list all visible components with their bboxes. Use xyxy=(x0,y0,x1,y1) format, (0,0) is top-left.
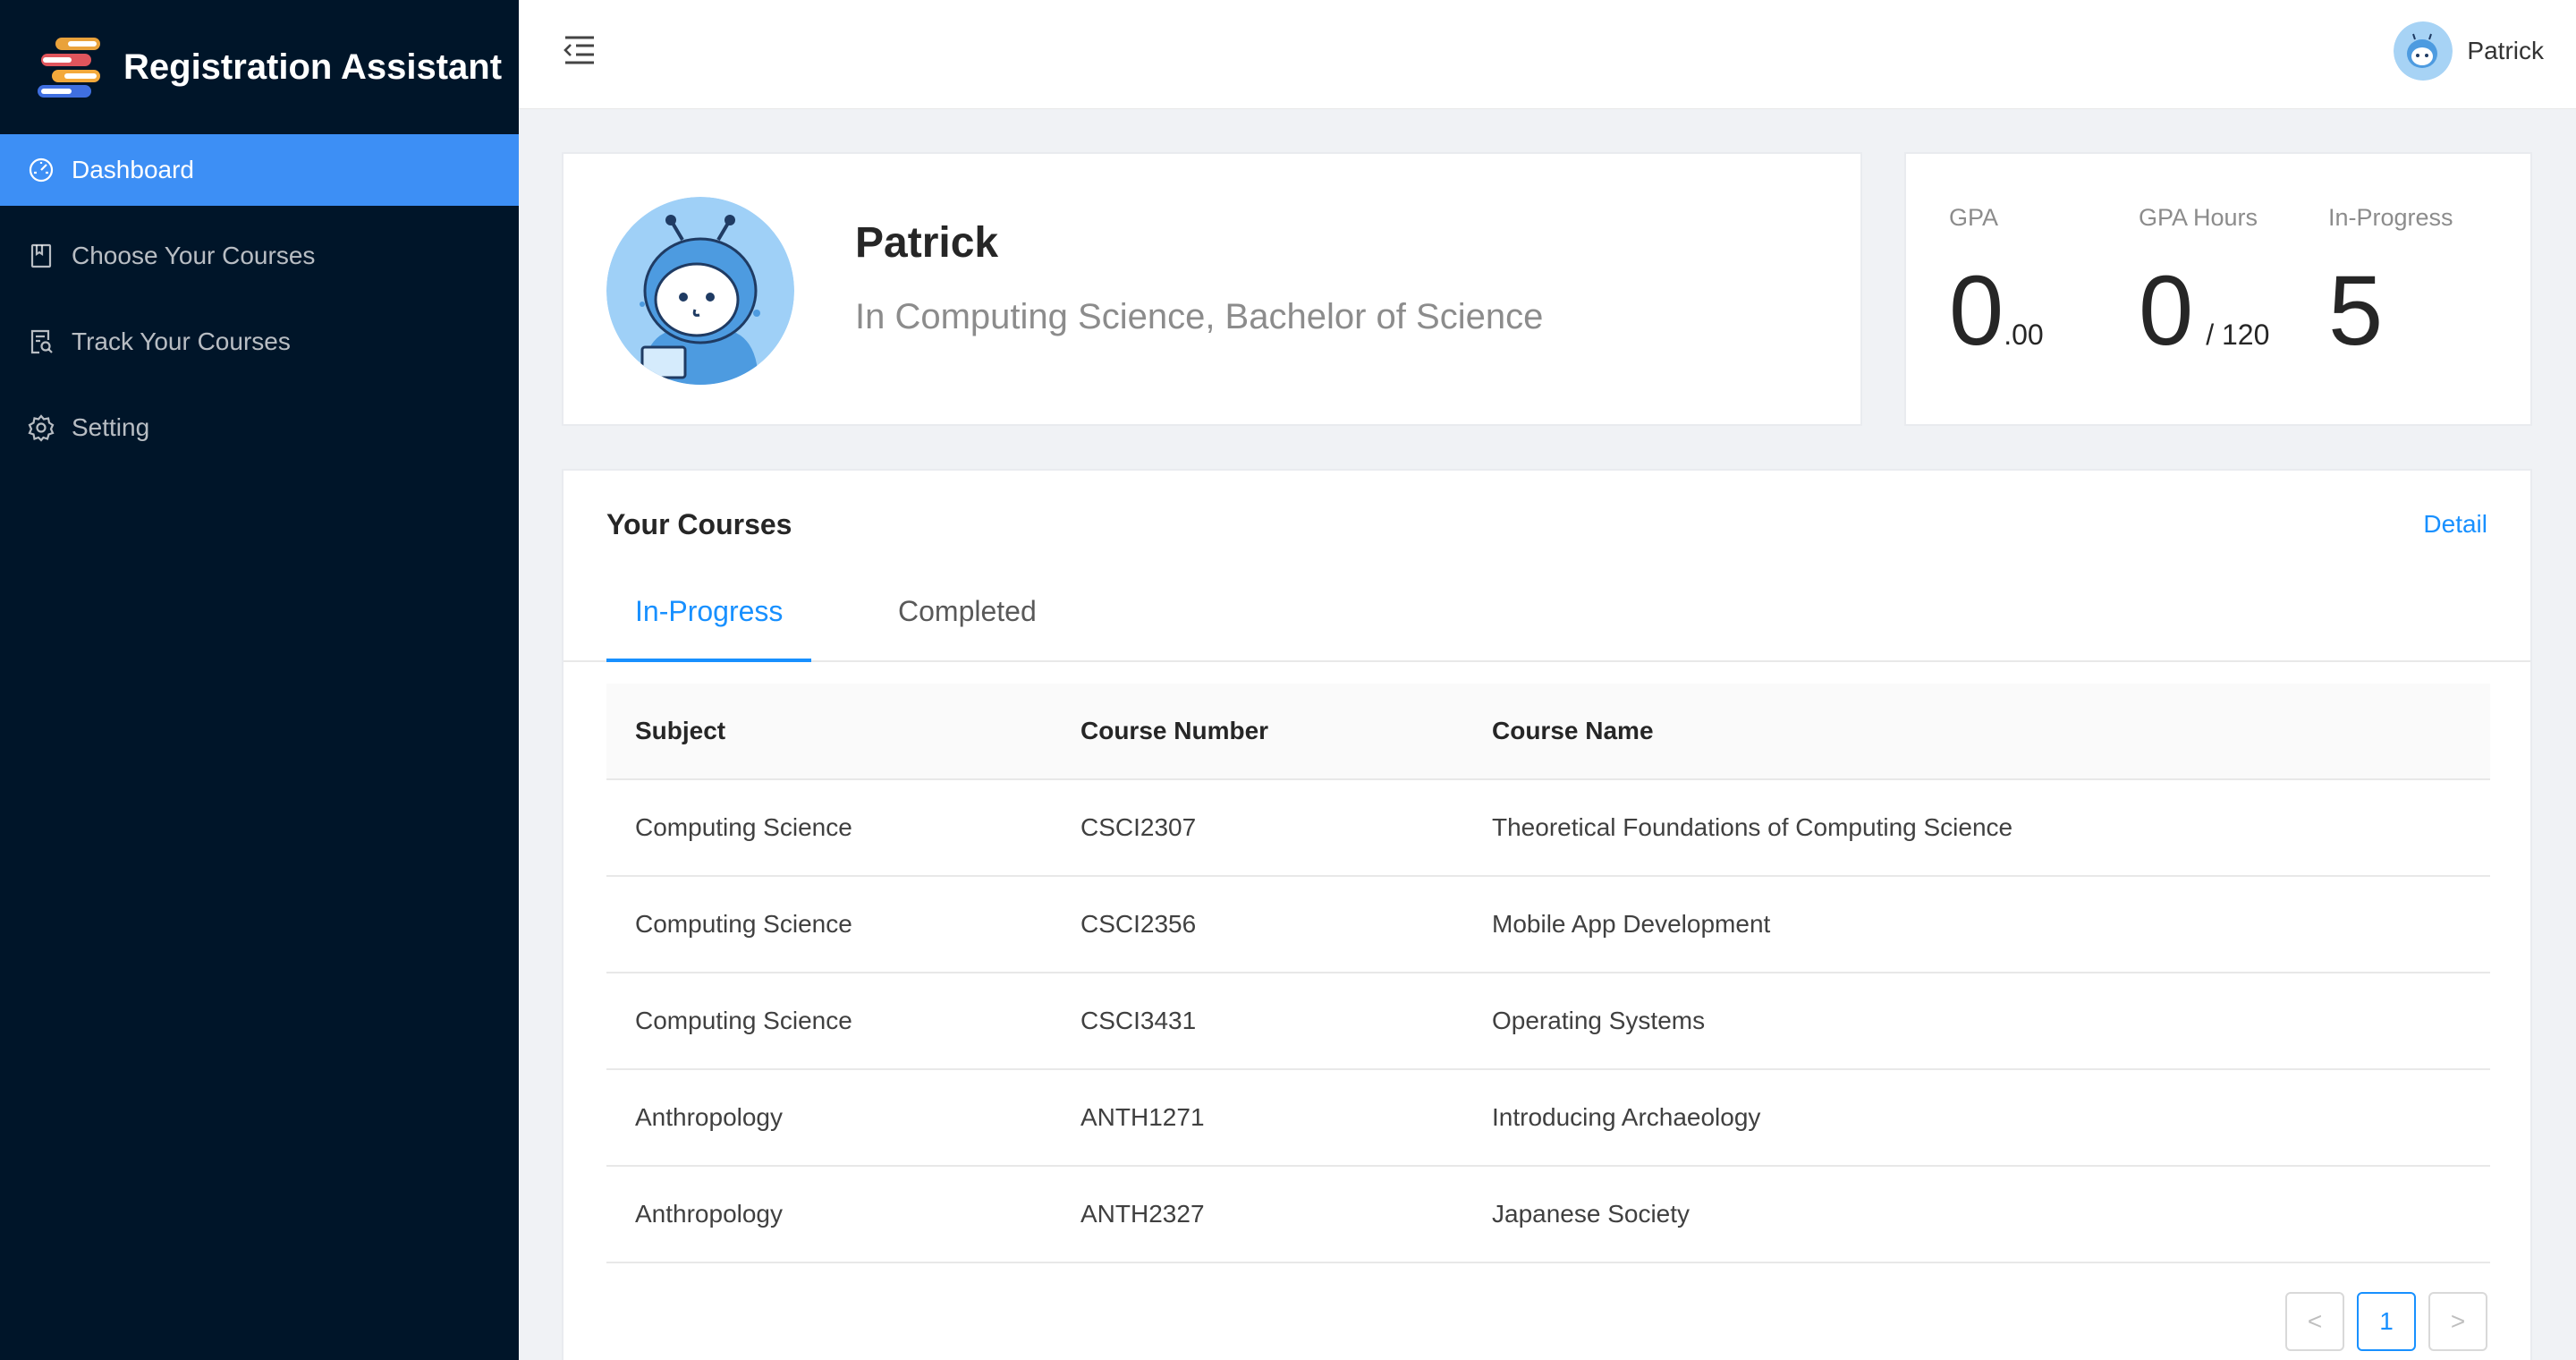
cell-subject: Computing Science xyxy=(635,1007,852,1034)
brand[interactable]: Registration Assistant xyxy=(0,0,519,134)
sidebar-item-label: Choose Your Courses xyxy=(72,242,316,269)
cell-course-name: Mobile App Development xyxy=(1492,910,1771,938)
cell-course-number: CSCI2356 xyxy=(1080,910,1197,938)
profile-card: Patrick In Computing Science, Bachelor o… xyxy=(562,152,1862,426)
sidebar-item-choose-courses[interactable]: Choose Your Courses xyxy=(0,220,519,292)
courses-card: Your Courses Detail In-Progress Complete… xyxy=(562,469,2532,1360)
next-page-button[interactable]: > xyxy=(2428,1292,2487,1351)
column-header-subject: Subject xyxy=(635,717,726,744)
sidebar-item-label: Track Your Courses xyxy=(72,327,291,355)
table-row[interactable]: Computing Science CSCI2356 Mobile App De… xyxy=(606,877,2490,973)
user-menu[interactable]: Patrick xyxy=(2394,21,2544,81)
profile-avatar xyxy=(606,197,794,385)
gpa-hours-total: / 120 xyxy=(2206,319,2270,351)
cell-course-name: Operating Systems xyxy=(1492,1007,1706,1034)
tab-in-progress[interactable]: In-Progress xyxy=(606,587,812,662)
gpa-hours-stat: GPA Hours 0/ 120 xyxy=(2139,204,2269,361)
gpa-hours-label: GPA Hours xyxy=(2139,204,2258,231)
gpa-stat: GPA 0.00 xyxy=(1949,204,2044,361)
sidebar: Registration Assistant Dashboard Choose … xyxy=(0,0,519,1360)
sidebar-item-label: Dashboard xyxy=(72,156,194,183)
menu-fold-icon[interactable] xyxy=(562,34,597,66)
cell-course-number: ANTH2327 xyxy=(1080,1200,1205,1228)
column-header-course-name: Course Name xyxy=(1492,717,1654,744)
cell-course-number: CSCI3431 xyxy=(1080,1007,1197,1034)
cell-subject: Computing Science xyxy=(635,910,852,938)
table-row[interactable]: Anthropology ANTH1271 Introducing Archae… xyxy=(606,1070,2490,1167)
cell-course-name: Japanese Society xyxy=(1492,1200,1690,1228)
courses-table: Subject Course Number Course Name Comput… xyxy=(606,684,2490,1263)
sidebar-item-track-courses[interactable]: Track Your Courses xyxy=(0,306,519,378)
stats-card: GPA 0.00 GPA Hours 0/ 120 In-Progress 5 xyxy=(1904,152,2532,426)
book-icon xyxy=(30,243,52,268)
cell-subject: Computing Science xyxy=(635,813,852,841)
user-name: Patrick xyxy=(2467,37,2544,64)
table-header: Subject Course Number Course Name xyxy=(606,684,2490,780)
cell-subject: Anthropology xyxy=(635,1103,784,1131)
cell-course-number: ANTH1271 xyxy=(1080,1103,1205,1131)
top-header: Patrick xyxy=(519,0,2576,109)
in-progress-label: In-Progress xyxy=(2328,204,2453,231)
sidebar-item-setting[interactable]: Setting xyxy=(0,392,519,463)
cell-course-name: Introducing Archaeology xyxy=(1492,1103,1761,1131)
profile-degree: In Computing Science, Bachelor of Scienc… xyxy=(855,297,1544,336)
gpa-hours-value: 0 xyxy=(2139,256,2194,366)
sidebar-item-dashboard[interactable]: Dashboard xyxy=(0,134,519,206)
profile-name: Patrick xyxy=(855,219,999,267)
cell-subject: Anthropology xyxy=(635,1200,784,1228)
table-row[interactable]: Computing Science CSCI2307 Theoretical F… xyxy=(606,780,2490,877)
file-search-icon xyxy=(30,329,53,354)
gpa-value-row: 0.00 xyxy=(1949,262,2044,361)
courses-title: Your Courses xyxy=(606,508,792,540)
cell-course-number: CSCI2307 xyxy=(1080,813,1197,841)
prev-page-button[interactable]: < xyxy=(2285,1292,2344,1351)
gpa-value: 0 xyxy=(1949,256,2004,366)
column-header-course-number: Course Number xyxy=(1080,717,1269,744)
course-tabs: In-Progress Completed xyxy=(564,569,2530,662)
page-1-button[interactable]: 1 xyxy=(2357,1292,2416,1351)
table-row[interactable]: Anthropology ANTH2327 Japanese Society xyxy=(606,1167,2490,1263)
table-row[interactable]: Computing Science CSCI3431 Operating Sys… xyxy=(606,973,2490,1070)
sidebar-menu: Dashboard Choose Your Courses Track Your… xyxy=(0,134,519,463)
sidebar-item-label: Setting xyxy=(72,413,150,441)
pagination: < 1 > xyxy=(2273,1292,2487,1351)
gpa-decimals: .00 xyxy=(2004,319,2044,351)
detail-link[interactable]: Detail xyxy=(2423,510,2487,539)
books-stack-icon xyxy=(38,38,100,98)
dashboard-icon xyxy=(29,157,54,183)
in-progress-value: 5 xyxy=(2328,256,2384,366)
gpa-hours-value-row: 0/ 120 xyxy=(2139,262,2269,361)
in-progress-stat: In-Progress 5 xyxy=(2328,204,2453,361)
avatar xyxy=(2394,21,2453,81)
tab-completed[interactable]: Completed xyxy=(869,587,1065,662)
gpa-label: GPA xyxy=(1949,204,1999,231)
gear-icon xyxy=(28,414,55,442)
cell-course-name: Theoretical Foundations of Computing Sci… xyxy=(1492,813,2013,841)
app-title: Registration Assistant xyxy=(123,47,503,87)
